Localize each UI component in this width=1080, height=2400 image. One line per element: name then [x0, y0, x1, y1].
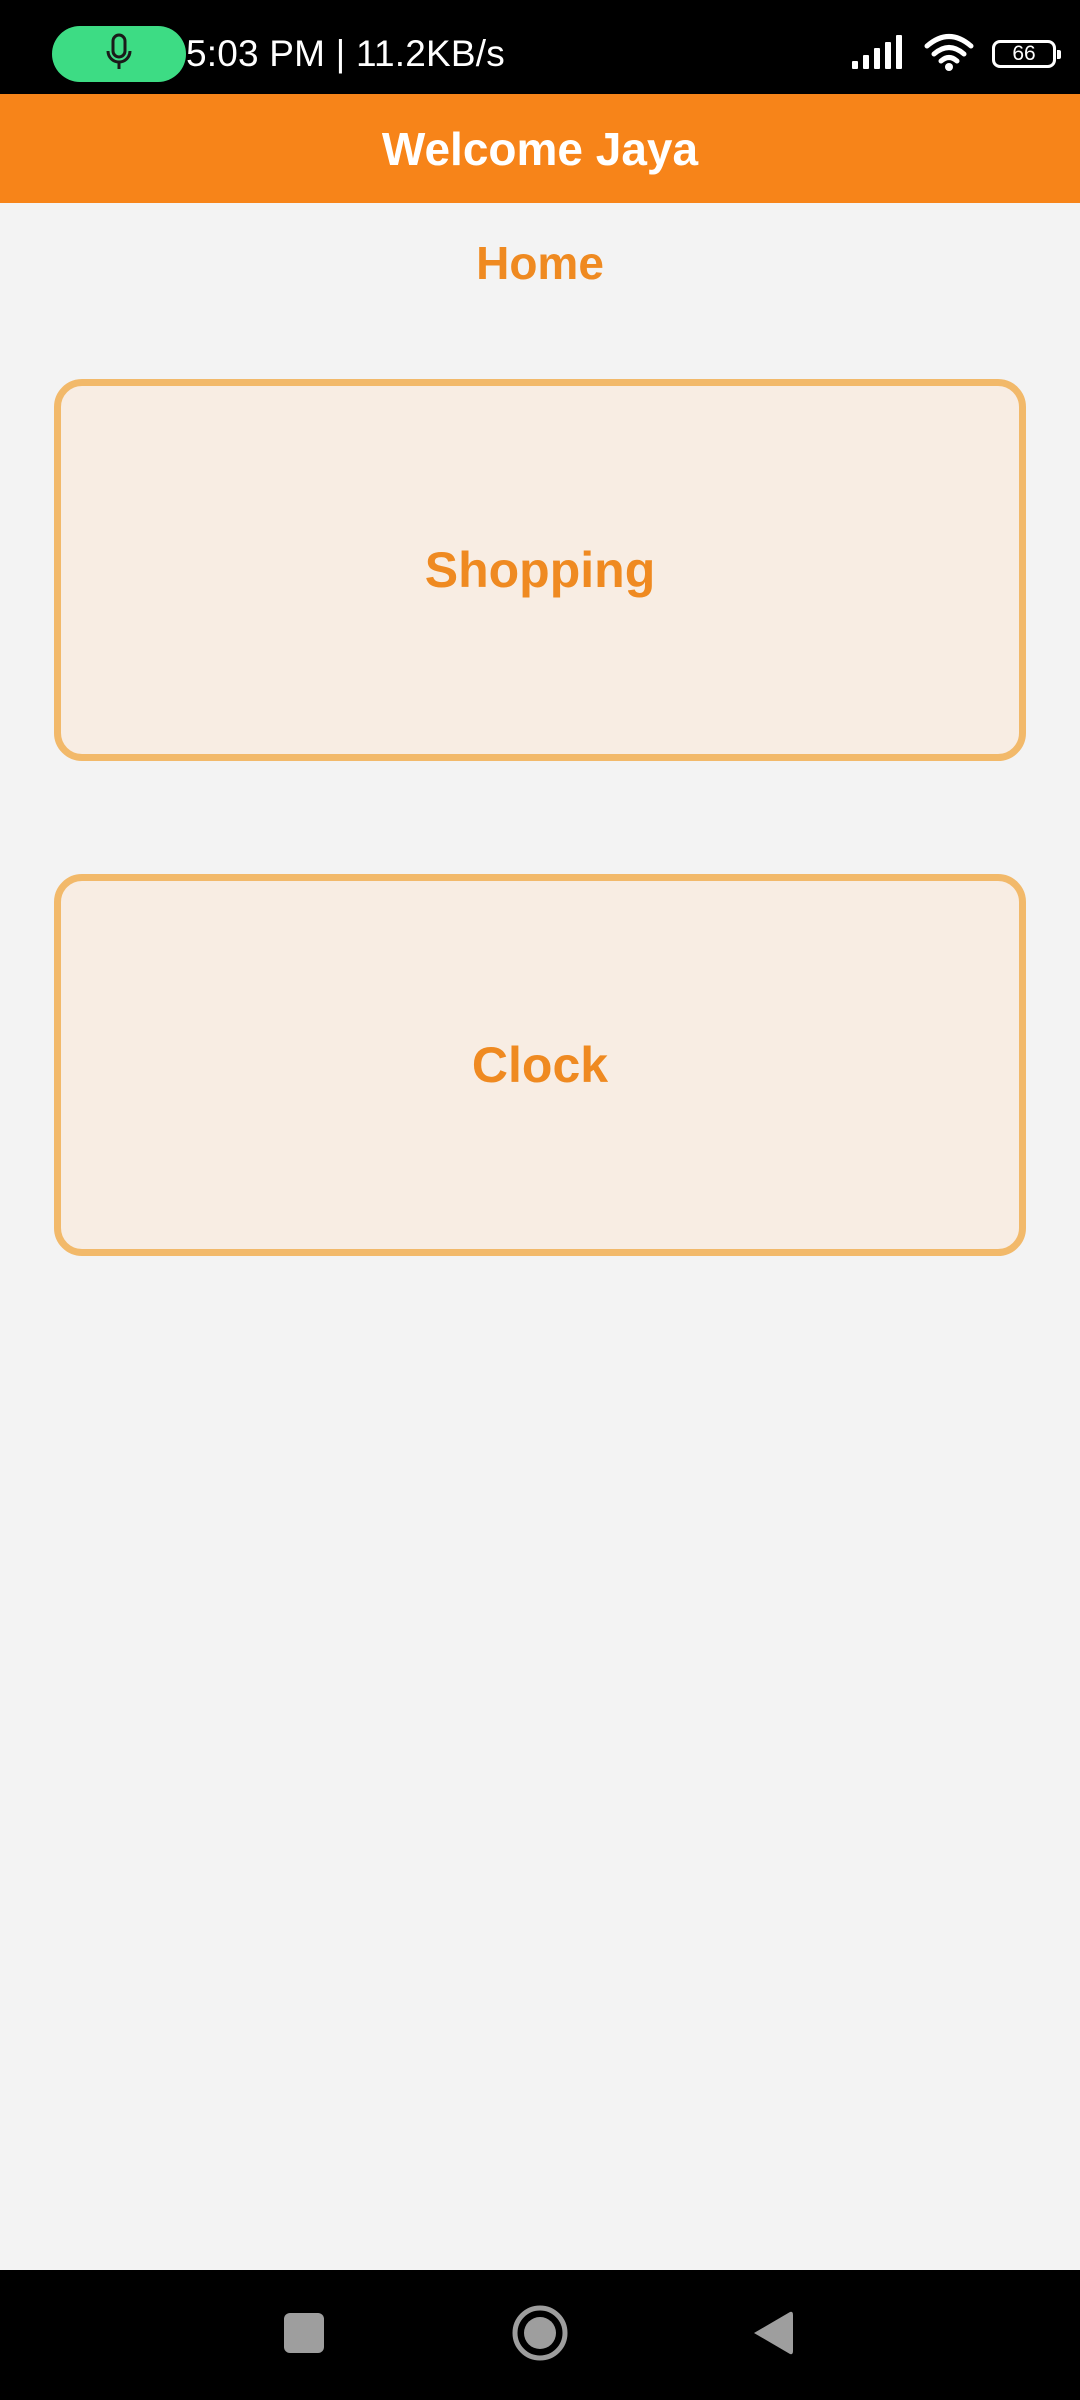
battery-level: 66 [1012, 42, 1036, 65]
status-bar: 5:03 PM | 11.2KB/s 66 [0, 0, 1080, 94]
recents-icon [283, 2312, 325, 2359]
status-icons: 66 [852, 26, 1061, 82]
back-button[interactable] [713, 2270, 833, 2400]
recents-button[interactable] [244, 2270, 364, 2400]
home-icon [511, 2304, 569, 2367]
page-title: Home [476, 237, 604, 289]
clock-button[interactable]: Clock [54, 874, 1026, 1256]
app-title: Welcome Jaya [381, 122, 699, 175]
battery-icon: 66 [992, 40, 1061, 68]
status-time-speed: 5:03 PM | 11.2KB/s [186, 33, 505, 74]
signal-icon [852, 34, 902, 74]
app-bar: Welcome Jaya [0, 94, 1080, 203]
back-icon [752, 2310, 794, 2361]
mic-icon [104, 32, 134, 77]
clock-button-label: Clock [471, 1037, 609, 1093]
shopping-button[interactable]: Shopping [54, 379, 1026, 761]
shopping-button-label: Shopping [424, 542, 656, 598]
mic-indicator[interactable] [52, 26, 186, 82]
wifi-icon [924, 33, 974, 76]
home-button[interactable] [480, 2270, 600, 2400]
navigation-bar [0, 2270, 1080, 2400]
